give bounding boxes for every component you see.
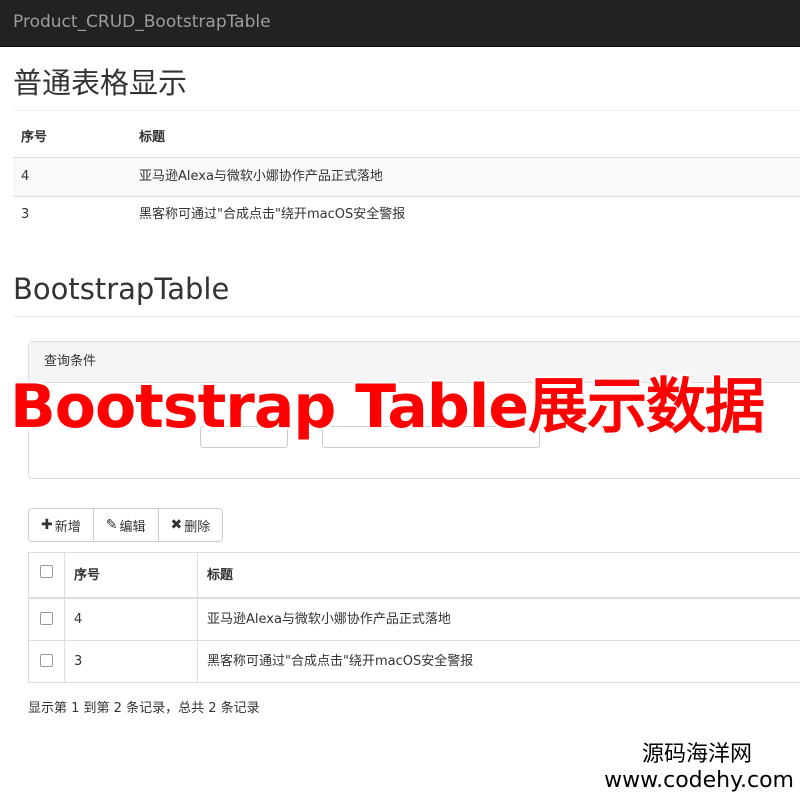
delete-button-label: 删除 (184, 519, 211, 535)
remove-icon: ✖ (170, 517, 183, 533)
select-all-checkbox[interactable] (40, 565, 53, 578)
delete-button[interactable]: ✖ 删除 (158, 509, 223, 541)
column-header-id: 序号 (21, 130, 48, 145)
row-checkbox[interactable] (40, 654, 53, 667)
table-row[interactable]: 4 亚马逊Alexa与微软小娜协作产品正式落地 (29, 599, 800, 641)
cell-id: 4 (74, 612, 83, 627)
cell-id: 3 (21, 207, 30, 222)
overlay-banner: Bootstrap Table展示数据 (10, 372, 765, 442)
table-row[interactable]: 3 黑客称可通过"合成点击"绕开macOS安全警报 (29, 641, 800, 682)
cell-title: 黑客称可通过"合成点击"绕开macOS安全警报 (207, 654, 474, 669)
cell-title: 黑客称可通过"合成点击"绕开macOS安全警报 (139, 207, 406, 222)
bootstrap-table-heading: BootstrapTable (13, 272, 230, 306)
table-header-row: 序号 标题 (29, 553, 800, 599)
pagination-info: 显示第 1 到第 2 条记录，总共 2 条记录 (28, 701, 260, 716)
column-header-title: 标题 (139, 130, 166, 145)
cell-id: 3 (74, 654, 83, 669)
table-row: 3 黑客称可通过"合成点击"绕开macOS安全警报 (13, 196, 800, 234)
table-header-row: 序号 标题 (13, 119, 800, 159)
row-checkbox[interactable] (40, 612, 53, 625)
divider (13, 110, 800, 111)
divider (13, 316, 800, 317)
edit-button[interactable]: ✎ 编辑 (93, 509, 159, 541)
navbar-brand[interactable]: Product_CRUD_BootstrapTable (13, 11, 271, 33)
watermark-url: www.codehy.com (604, 768, 794, 793)
pencil-icon: ✎ (105, 517, 118, 533)
bootstrap-table: 序号 标题 4 亚马逊Alexa与微软小娜协作产品正式落地 3 黑客称可通过"合… (28, 552, 800, 683)
table-toolbar: ✚ 新增 ✎ 编辑 ✖ 删除 (28, 508, 224, 542)
column-header-id[interactable]: 序号 (74, 553, 100, 599)
cell-id: 4 (21, 169, 30, 184)
table-row: 4 亚马逊Alexa与微软小娜协作产品正式落地 (13, 158, 800, 197)
cell-title: 亚马逊Alexa与微软小娜协作产品正式落地 (207, 612, 451, 627)
add-button[interactable]: ✚ 新增 (29, 509, 94, 541)
edit-button-label: 编辑 (119, 519, 146, 535)
column-header-title[interactable]: 标题 (207, 553, 233, 599)
navbar: Product_CRUD_BootstrapTable (0, 0, 800, 47)
cell-title: 亚马逊Alexa与微软小娜协作产品正式落地 (139, 169, 383, 184)
add-button-label: 新增 (54, 519, 81, 535)
simple-table-heading: 普通表格显示 (13, 66, 188, 100)
plus-icon: ✚ (41, 517, 53, 533)
